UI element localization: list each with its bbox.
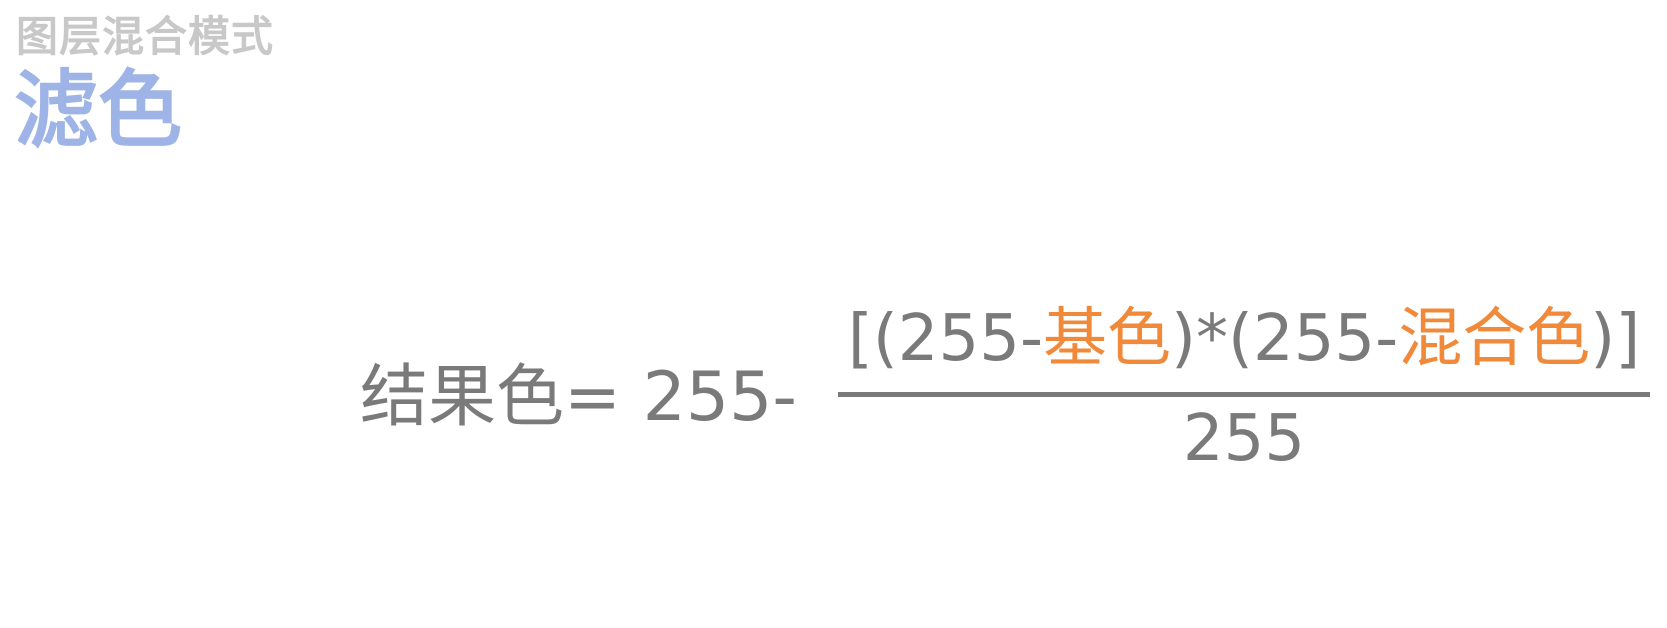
numerator-middle: )*(255- <box>1171 302 1399 376</box>
subtitle: 图层混合模式 <box>16 12 275 61</box>
numerator-open: [(255- <box>847 302 1044 376</box>
formula-denominator: 255 <box>1182 402 1306 476</box>
page-title: 滤色 <box>14 61 183 159</box>
numerator-term-blend-color: 混合色 <box>1398 302 1591 376</box>
formula: 结果色= 255- [(255-基色)*(255-混合色)] 255 <box>360 300 1650 500</box>
formula-fraction: [(255-基色)*(255-混合色)] 255 <box>838 300 1650 476</box>
numerator-term-base-color: 基色 <box>1043 302 1172 376</box>
fraction-bar <box>838 392 1650 397</box>
numerator-close: )] <box>1590 302 1641 376</box>
formula-lhs: 结果色= 255- <box>360 358 797 437</box>
formula-numerator: [(255-基色)*(255-混合色)] <box>838 300 1650 378</box>
